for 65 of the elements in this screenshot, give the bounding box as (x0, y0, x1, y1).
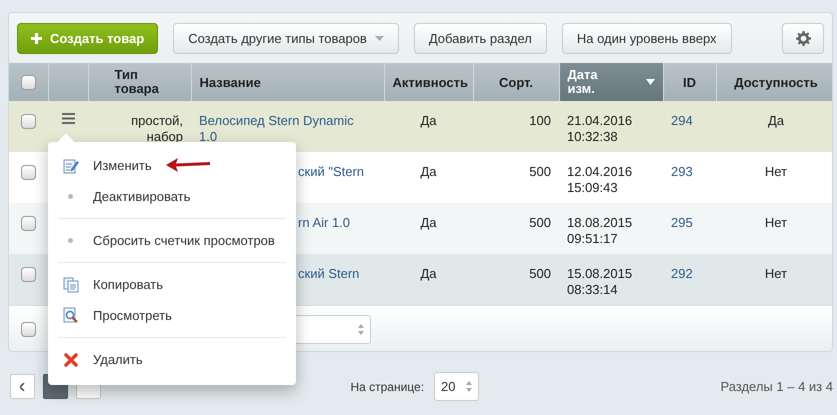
table-cell: Да (420, 164, 437, 179)
column-header[interactable]: Активность (384, 63, 473, 101)
table-cell: 12.04.2016 15:09:43 (567, 164, 632, 195)
menu-item[interactable]: Просмотреть (48, 300, 296, 331)
table-cell: 500 (529, 215, 551, 230)
product-link[interactable]: rn Air 1.0 (298, 215, 350, 231)
row-checkbox[interactable] (21, 165, 36, 180)
caret-icon (374, 36, 384, 40)
preview-icon (62, 307, 78, 324)
pagination-summary: Разделы 1 – 4 из 4 (720, 379, 833, 394)
menu-item[interactable]: Деактивировать (48, 181, 296, 212)
id-link[interactable]: 292 (671, 266, 693, 282)
column-header[interactable]: ID (663, 63, 716, 101)
bullet-icon (68, 194, 73, 199)
table-cell: 15.08.2015 08:33:14 (567, 266, 632, 297)
per-page-select[interactable]: 20 (434, 372, 480, 401)
table-cell: Нет (764, 164, 788, 179)
product-link[interactable]: ский Stern (298, 266, 360, 282)
column-header[interactable]: Тип товара (88, 63, 191, 101)
id-link[interactable]: 294 (671, 113, 693, 129)
delete-icon (64, 352, 78, 366)
row-checkbox[interactable] (21, 216, 36, 232)
table-cell: 21.04.2016 10:32:38 (567, 113, 632, 144)
menu-item[interactable]: Изменить (48, 150, 296, 181)
table-cell: Нет (764, 215, 788, 230)
menu-icon[interactable] (62, 113, 74, 124)
column-header[interactable]: Дата изм. (559, 63, 663, 101)
column-header[interactable]: Название (191, 63, 384, 101)
spinner-icon (358, 324, 364, 334)
column-header[interactable]: Доступность (716, 63, 832, 101)
per-page-label: На странице: (350, 380, 424, 394)
menu-item[interactable]: Копировать (48, 269, 296, 300)
prev-page-button[interactable] (10, 374, 35, 399)
edit-icon (62, 158, 78, 174)
copy-icon (62, 276, 78, 292)
table-cell: Нет (764, 266, 788, 281)
settings-icon (796, 30, 810, 46)
id-link[interactable]: 293 (671, 164, 693, 180)
settings-button[interactable] (782, 22, 824, 54)
table-cell: простой, набор (131, 113, 183, 144)
footer-checkbox[interactable] (21, 322, 36, 336)
table-cell: 500 (529, 266, 551, 281)
table-cell: Да (768, 113, 784, 128)
spinner-icon (466, 381, 472, 392)
menu-item[interactable]: Удалить (48, 344, 296, 375)
product-link[interactable]: ский "Stern (298, 164, 364, 180)
table-cell: Да (420, 215, 437, 230)
chevron-left-icon (20, 382, 25, 390)
table-cell: Да (420, 266, 437, 281)
table-cell: 18.08.2015 09:51:17 (567, 215, 632, 246)
toolbar-button[interactable]: На один уровень вверх (562, 22, 732, 54)
table-cell: 100 (529, 113, 551, 128)
table-cell: Да (420, 113, 437, 128)
dropdown-button[interactable]: Создать другие типы товаров (173, 22, 399, 54)
row-checkbox[interactable] (21, 114, 36, 130)
menu-item[interactable]: Сбросить счетчик просмотров (48, 225, 296, 256)
plus-icon (31, 32, 42, 44)
bullet-icon (68, 238, 73, 243)
sort-desc-icon (646, 79, 654, 85)
toolbar-button[interactable]: Добавить раздел (414, 22, 547, 54)
column-header[interactable]: Сорт. (473, 63, 559, 101)
row-checkbox[interactable] (21, 267, 36, 282)
table-cell: 500 (529, 164, 551, 179)
select-all-checkbox[interactable] (20, 75, 36, 90)
id-link[interactable]: 295 (671, 215, 693, 231)
